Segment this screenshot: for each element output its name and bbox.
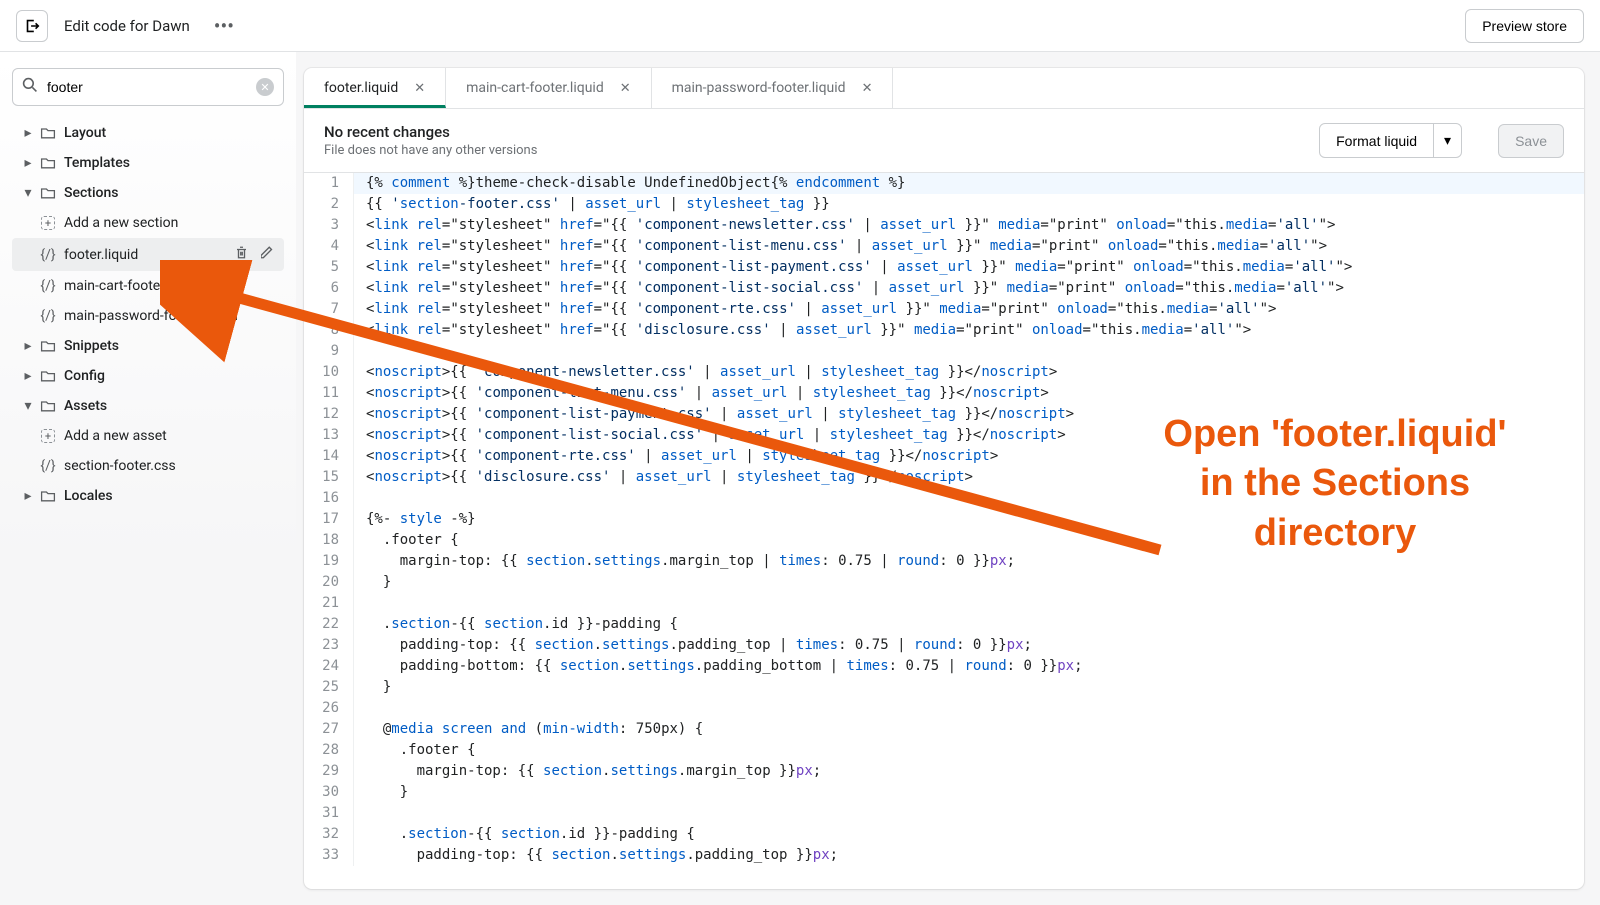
code-line[interactable]: 32 .section-{{ section.id }}-padding { (304, 824, 1584, 845)
code-line[interactable]: 33 padding-top: {{ section.settings.padd… (304, 845, 1584, 866)
code-line[interactable]: 10<noscript>{{ 'component-newsletter.css… (304, 362, 1584, 383)
tab-footer-liquid[interactable]: footer.liquid ✕ (304, 68, 446, 108)
folder-icon (38, 368, 58, 384)
add-icon: + (38, 216, 58, 230)
code-line[interactable]: 14<noscript>{{ 'component-rte.css' | ass… (304, 446, 1584, 467)
editor-card: footer.liquid ✕ main-cart-footer.liquid … (304, 68, 1584, 889)
tab-main-password-footer[interactable]: main-password-footer.liquid ✕ (652, 68, 894, 108)
code-line[interactable]: 25 } (304, 677, 1584, 698)
editor-header-title: No recent changes (324, 123, 537, 141)
code-editor[interactable]: 1{% comment %}theme-check-disable Undefi… (304, 173, 1584, 889)
caret-right-icon: ▸ (20, 155, 36, 171)
caret-down-icon: ▾ (20, 398, 36, 414)
folder-icon (38, 155, 58, 171)
search-icon (22, 77, 38, 97)
code-line[interactable]: 16 (304, 488, 1584, 509)
save-button[interactable]: Save (1498, 124, 1564, 158)
add-new-asset[interactable]: + Add a new asset (12, 421, 284, 451)
code-line[interactable]: 1{% comment %}theme-check-disable Undefi… (304, 173, 1584, 194)
file-main-cart-footer[interactable]: {/} main-cart-footer.liquid (12, 271, 284, 301)
format-liquid-button[interactable]: Format liquid (1319, 123, 1434, 158)
liquid-file-icon: {/} (38, 458, 58, 474)
code-line[interactable]: 23 padding-top: {{ section.settings.padd… (304, 635, 1584, 656)
clear-search-icon[interactable]: ✕ (256, 78, 274, 96)
caret-right-icon: ▸ (20, 488, 36, 504)
code-line[interactable]: 20 } (304, 572, 1584, 593)
exit-button[interactable] (16, 10, 48, 42)
folder-locales[interactable]: ▸ Locales (12, 481, 284, 511)
close-tab-icon[interactable]: ✕ (620, 81, 631, 96)
folder-snippets[interactable]: ▸ Snippets (12, 331, 284, 361)
folder-assets[interactable]: ▾ Assets (12, 391, 284, 421)
preview-store-button[interactable]: Preview store (1465, 9, 1584, 43)
code-line[interactable]: 18 .footer { (304, 530, 1584, 551)
code-line[interactable]: 26 (304, 698, 1584, 719)
code-line[interactable]: 15<noscript>{{ 'disclosure.css' | asset_… (304, 467, 1584, 488)
exit-icon (23, 17, 41, 35)
folder-templates[interactable]: ▸ Templates (12, 148, 284, 178)
code-line[interactable]: 28 .footer { (304, 740, 1584, 761)
editor-header-sub: File does not have any other versions (324, 143, 537, 158)
format-dropdown-button[interactable]: ▾ (1434, 123, 1462, 158)
add-icon: + (38, 429, 58, 443)
liquid-file-icon: {/} (38, 308, 58, 324)
code-line[interactable]: 5<link rel="stylesheet" href="{{ 'compon… (304, 257, 1584, 278)
code-line[interactable]: 6<link rel="stylesheet" href="{{ 'compon… (304, 278, 1584, 299)
code-line[interactable]: 12<noscript>{{ 'component-list-payment.c… (304, 404, 1584, 425)
liquid-file-icon: {/} (38, 278, 58, 294)
code-line[interactable]: 13<noscript>{{ 'component-list-social.cs… (304, 425, 1584, 446)
code-line[interactable]: 31 (304, 803, 1584, 824)
caret-down-icon: ▾ (20, 185, 36, 201)
edit-icon[interactable] (261, 245, 276, 264)
code-line[interactable]: 4<link rel="stylesheet" href="{{ 'compon… (304, 236, 1584, 257)
code-line[interactable]: 3<link rel="stylesheet" href="{{ 'compon… (304, 215, 1584, 236)
code-line[interactable]: 29 margin-top: {{ section.settings.margi… (304, 761, 1584, 782)
folder-sections[interactable]: ▾ Sections (12, 178, 284, 208)
code-line[interactable]: 17{%- style -%} (304, 509, 1584, 530)
code-line[interactable]: 22 .section-{{ section.id }}-padding { (304, 614, 1584, 635)
caret-right-icon: ▸ (20, 338, 36, 354)
code-line[interactable]: 30 } (304, 782, 1584, 803)
code-line[interactable]: 19 margin-top: {{ section.settings.margi… (304, 551, 1584, 572)
folder-config[interactable]: ▸ Config (12, 361, 284, 391)
caret-right-icon: ▸ (20, 125, 36, 141)
code-line[interactable]: 7<link rel="stylesheet" href="{{ 'compon… (304, 299, 1584, 320)
file-main-password-footer[interactable]: {/} main-password-footer.liquid (12, 301, 284, 331)
code-line[interactable]: 9 (304, 341, 1584, 362)
file-footer-liquid[interactable]: {/} footer.liquid (12, 238, 284, 271)
close-tab-icon[interactable]: ✕ (862, 81, 873, 96)
page-title: Edit code for Dawn (64, 17, 190, 35)
code-line[interactable]: 11<noscript>{{ 'component-list-menu.css'… (304, 383, 1584, 404)
folder-icon (38, 398, 58, 414)
close-tab-icon[interactable]: ✕ (414, 81, 425, 96)
code-line[interactable]: 2{{ 'section-footer.css' | asset_url | s… (304, 194, 1584, 215)
folder-icon (38, 185, 58, 201)
delete-icon[interactable] (234, 245, 249, 264)
code-line[interactable]: 8<link rel="stylesheet" href="{{ 'disclo… (304, 320, 1584, 341)
add-new-section[interactable]: + Add a new section (12, 208, 284, 238)
code-line[interactable]: 21 (304, 593, 1584, 614)
code-line[interactable]: 27 @media screen and (min-width: 750px) … (304, 719, 1584, 740)
tab-main-cart-footer[interactable]: main-cart-footer.liquid ✕ (446, 68, 652, 108)
tabs: footer.liquid ✕ main-cart-footer.liquid … (304, 68, 1584, 109)
sidebar: ✕ ▸ Layout ▸ Templates ▾ Sections + Add … (0, 52, 296, 905)
liquid-file-icon: {/} (38, 247, 58, 263)
folder-icon (38, 488, 58, 504)
folder-icon (38, 338, 58, 354)
file-section-footer-css[interactable]: {/} section-footer.css (12, 451, 284, 481)
code-line[interactable]: 24 padding-bottom: {{ section.settings.p… (304, 656, 1584, 677)
search-input[interactable] (12, 68, 284, 106)
top-bar: Edit code for Dawn ••• Preview store (0, 0, 1600, 52)
folder-layout[interactable]: ▸ Layout (12, 118, 284, 148)
more-menu[interactable]: ••• (206, 10, 242, 42)
folder-icon (38, 125, 58, 141)
caret-right-icon: ▸ (20, 368, 36, 384)
